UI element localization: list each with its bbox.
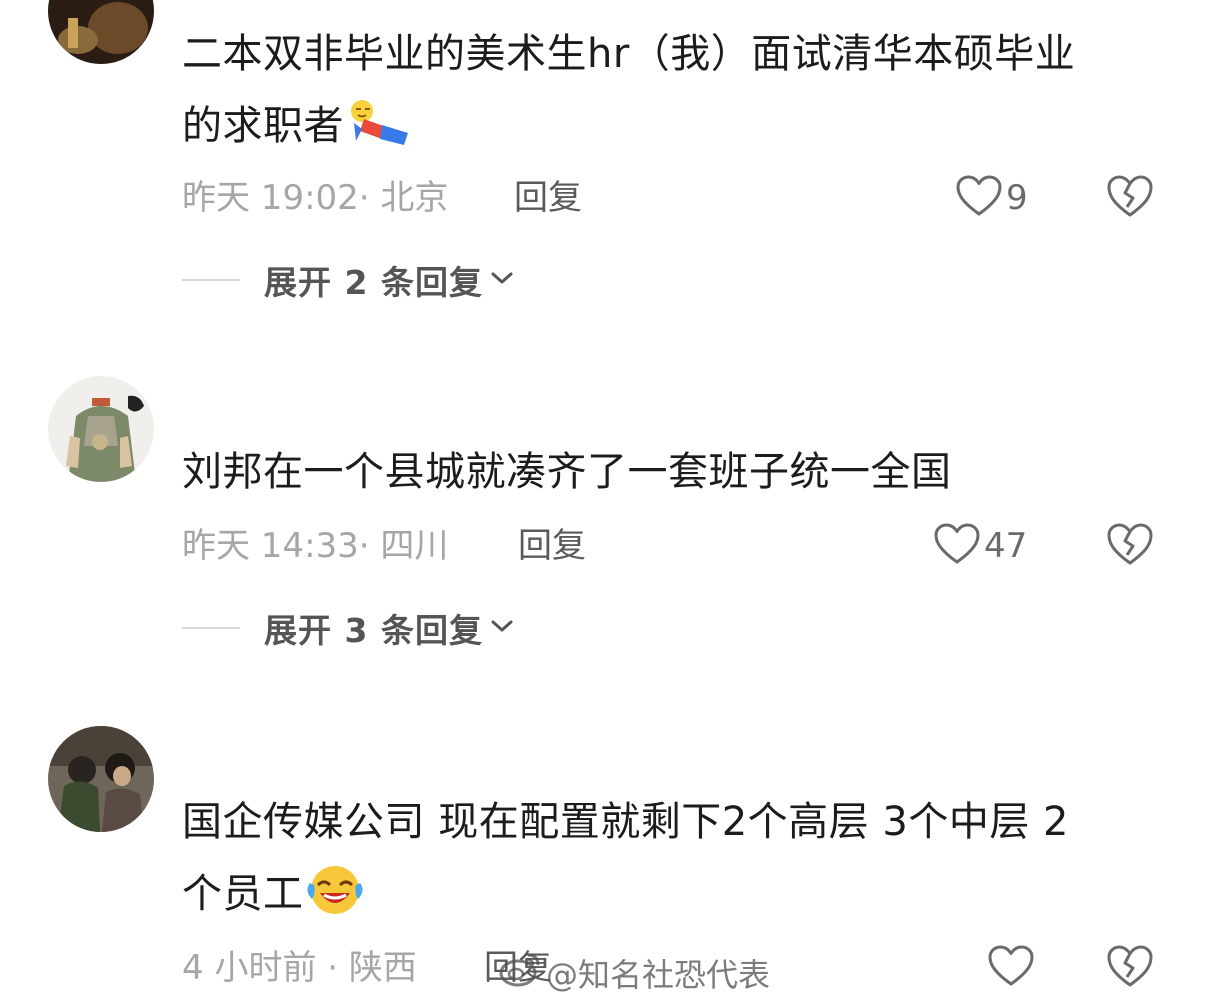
- comment-text: 国企传媒公司 现在配置就剩下2个高层 3个中层 2 个员工: [182, 786, 1162, 940]
- dislike-button[interactable]: [1106, 944, 1154, 992]
- comment-text-line: 个员工: [182, 871, 304, 917]
- timestamp-location: 昨天 19:02· 北京: [182, 178, 449, 218]
- timestamp-location: 昨天 14:33· 四川: [182, 526, 449, 566]
- chevron-down-icon: [489, 268, 515, 292]
- comment-text-line: 国企传媒公司 现在配置就剩下2个高层 3个中层 2: [182, 799, 1069, 845]
- comment-text: 刘邦在一个县城就凑齐了一套班子统一全国: [182, 436, 1162, 508]
- like-count: 47: [984, 526, 1028, 566]
- broken-heart-icon: [1106, 945, 1154, 992]
- laughing-crying-emoji-icon: [306, 863, 364, 940]
- comment-text-line: 的求职者: [182, 103, 344, 149]
- reply-button[interactable]: 回复: [514, 176, 582, 220]
- avatar[interactable]: [48, 376, 154, 482]
- chevron-down-icon: [489, 616, 515, 640]
- reply-button[interactable]: 回复: [518, 524, 586, 568]
- broken-heart-icon: [1106, 175, 1154, 222]
- comment-text: 二本双非毕业的美术生hr（我）面试清华本硕毕业 的求职者: [182, 18, 1162, 172]
- avatar[interactable]: [48, 726, 154, 832]
- heart-icon: [934, 523, 980, 569]
- lying-down-emoji-icon: [346, 97, 414, 172]
- comment-meta: 昨天 19:02· 北京 回复 9: [182, 174, 1162, 222]
- watermark-text: @知名社恐代表: [546, 956, 771, 994]
- comment-meta: 昨天 14:33· 四川 回复 47: [182, 522, 1162, 570]
- weibo-logo-icon: [498, 951, 542, 995]
- avatar[interactable]: [48, 0, 154, 64]
- comment-text-line: 刘邦在一个县城就凑齐了一套班子统一全国: [182, 449, 952, 495]
- broken-heart-icon: [1106, 523, 1154, 570]
- like-button[interactable]: [988, 944, 1034, 992]
- divider-line: [182, 627, 240, 629]
- comment-text-line: 二本双非毕业的美术生hr（我）面试清华本硕毕业: [182, 31, 1076, 77]
- timestamp-location: 4 小时前 · 陕西: [182, 948, 417, 988]
- expand-replies-label: 展开 3 条回复: [264, 611, 483, 650]
- like-count: 9: [1006, 178, 1028, 218]
- dislike-button[interactable]: [1106, 522, 1154, 570]
- expand-replies-button[interactable]: 展开 3 条回复: [182, 606, 515, 650]
- expand-replies-button[interactable]: 展开 2 条回复: [182, 258, 515, 302]
- dislike-button[interactable]: [1106, 174, 1154, 222]
- like-button[interactable]: 47: [934, 522, 1027, 570]
- heart-icon: [956, 175, 1002, 221]
- like-button[interactable]: 9: [956, 174, 1028, 222]
- divider-line: [182, 279, 240, 281]
- heart-icon: [988, 945, 1034, 991]
- expand-replies-label: 展开 2 条回复: [264, 263, 483, 302]
- watermark: @知名社恐代表: [498, 950, 770, 996]
